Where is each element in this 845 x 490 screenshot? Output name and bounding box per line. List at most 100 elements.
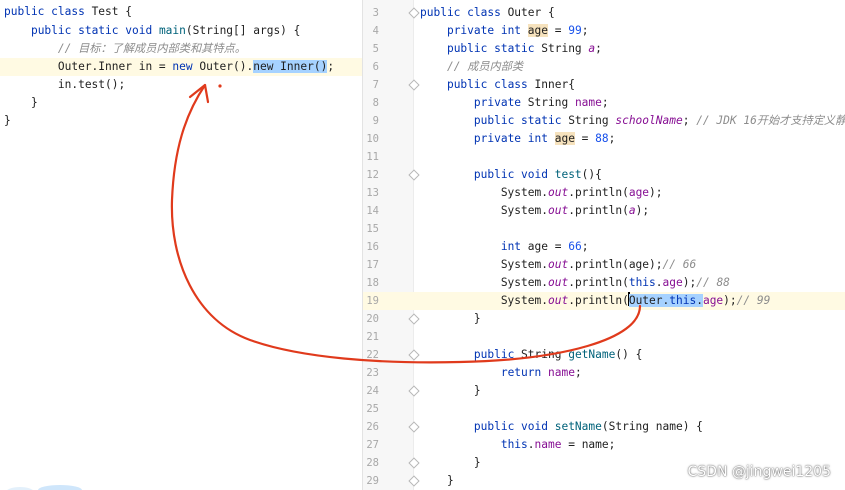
code-token: // 成员内部类 xyxy=(446,60,524,73)
code-text: } xyxy=(420,472,454,490)
code-token: (String[] args) { xyxy=(185,24,301,37)
code-text: } xyxy=(420,310,481,328)
code-token: = xyxy=(548,24,569,37)
code-text: public static void main(String[] args) { xyxy=(4,22,300,40)
line-number: 25 xyxy=(366,403,379,415)
code-line[interactable]: 11 xyxy=(363,148,845,166)
line-number: 21 xyxy=(366,331,379,343)
code-text: } xyxy=(4,94,38,112)
code-line[interactable]: } xyxy=(0,112,362,130)
code-token: .println( xyxy=(568,276,629,289)
code-line[interactable]: 16 int age = 66; xyxy=(363,238,845,256)
line-number: 23 xyxy=(366,367,379,379)
right-editor-pane[interactable]: 3 public class Outer {4 private int age =… xyxy=(363,0,845,490)
code-token: return xyxy=(500,366,548,379)
code-text: System.out.println(a); xyxy=(420,202,649,220)
code-token: age xyxy=(527,24,548,37)
code-text: this.name = name; xyxy=(420,436,616,454)
code-line[interactable]: 17 System.out.println(age);// 66 xyxy=(363,256,845,274)
code-token: .println( xyxy=(568,186,629,199)
code-line[interactable]: 9 public static String schoolName; // JD… xyxy=(363,112,845,130)
fold-marker-icon[interactable] xyxy=(408,169,420,181)
code-token: out xyxy=(547,276,569,289)
code-text: } xyxy=(420,454,481,472)
code-token: Outer. xyxy=(628,294,670,307)
fold-marker-icon[interactable] xyxy=(408,349,420,361)
line-number: 13 xyxy=(366,187,379,199)
code-line[interactable]: public static void main(String[] args) { xyxy=(0,22,362,40)
line-number: 17 xyxy=(366,259,379,271)
code-token: } xyxy=(4,96,38,109)
code-line[interactable]: 3 public class Outer { xyxy=(363,4,845,22)
code-line[interactable]: 8 private String name; xyxy=(363,94,845,112)
code-token: String xyxy=(568,114,616,127)
fold-marker-icon[interactable] xyxy=(408,457,420,469)
fold-marker-icon[interactable] xyxy=(408,79,420,91)
line-number: 29 xyxy=(366,475,379,487)
code-line[interactable]: 12 public void test(){ xyxy=(363,166,845,184)
code-token: 66 xyxy=(568,240,582,253)
line-number: 11 xyxy=(366,151,379,163)
code-token: } xyxy=(420,456,481,469)
code-token: private xyxy=(473,96,528,109)
code-line[interactable]: 5 public static String a; xyxy=(363,40,845,58)
code-token: schoolName xyxy=(615,114,683,127)
code-line[interactable]: 6 // 成员内部类 xyxy=(363,58,845,76)
code-token: 99 xyxy=(568,24,582,37)
left-editor-pane[interactable]: public class Test { public static void m… xyxy=(0,0,362,490)
code-line[interactable]: 26 public void setName(String name) { xyxy=(363,418,845,436)
code-line[interactable]: 15 xyxy=(363,220,845,238)
code-line[interactable]: 25 xyxy=(363,400,845,418)
fold-marker-icon[interactable] xyxy=(408,421,420,433)
code-token: System. xyxy=(420,276,548,289)
code-line[interactable]: 23 return name; xyxy=(363,364,845,382)
code-token: // 目标：了解成员内部类和其特点。 xyxy=(57,42,246,55)
fold-marker-icon[interactable] xyxy=(408,313,420,325)
line-number: 10 xyxy=(366,133,379,145)
fold-marker-icon[interactable] xyxy=(408,385,420,397)
code-line[interactable]: Outer.Inner in = new Outer().new Inner()… xyxy=(0,58,362,76)
code-line[interactable]: 24 } xyxy=(363,382,845,400)
code-token: = name; xyxy=(561,438,616,451)
code-text: public static String schoolName; // JDK … xyxy=(420,112,845,130)
code-line[interactable]: 14 System.out.println(a); xyxy=(363,202,845,220)
fold-marker-icon[interactable] xyxy=(408,7,420,19)
code-token: ); xyxy=(682,276,697,289)
code-text: private int age = 99; xyxy=(420,22,588,40)
code-token: // 99 xyxy=(736,294,771,307)
code-token: age xyxy=(628,186,650,199)
code-line[interactable]: 21 xyxy=(363,328,845,346)
code-line[interactable]: } xyxy=(0,94,362,112)
code-token: (){ xyxy=(581,168,602,181)
code-line[interactable]: 20 } xyxy=(363,310,845,328)
code-token: .println( xyxy=(568,294,629,307)
code-token: ; xyxy=(601,96,609,109)
code-line[interactable]: 7 public class Inner{ xyxy=(363,76,845,94)
code-line[interactable]: // 目标：了解成员内部类和其特点。 xyxy=(0,40,362,58)
code-token: // JDK 16开始才支持定义静态 xyxy=(696,114,845,127)
code-line[interactable]: 27 this.name = name; xyxy=(363,436,845,454)
code-token: String xyxy=(527,96,575,109)
code-line[interactable]: 18 System.out.println(this.age);// 88 xyxy=(363,274,845,292)
line-number: 9 xyxy=(372,115,379,127)
code-line[interactable]: 13 System.out.println(age); xyxy=(363,184,845,202)
fold-marker-icon[interactable] xyxy=(408,475,420,487)
code-token: in.test(); xyxy=(4,78,126,91)
code-token: int xyxy=(500,240,528,253)
code-text: System.out.println(Outer.this.age);// 99 xyxy=(420,292,770,310)
code-line[interactable]: 4 private int age = 99; xyxy=(363,22,845,40)
code-line[interactable]: in.test(); xyxy=(0,76,362,94)
code-text: // 成员内部类 xyxy=(420,58,523,76)
code-line[interactable]: public class Test { xyxy=(0,3,362,21)
code-line[interactable]: 22 public String getName() { xyxy=(363,346,845,364)
code-line[interactable]: 10 private int age = 88; xyxy=(363,130,845,148)
code-token: age xyxy=(702,294,724,307)
code-line[interactable]: 19 System.out.println(Outer.this.age);//… xyxy=(363,292,845,310)
code-token: ); xyxy=(723,294,737,307)
